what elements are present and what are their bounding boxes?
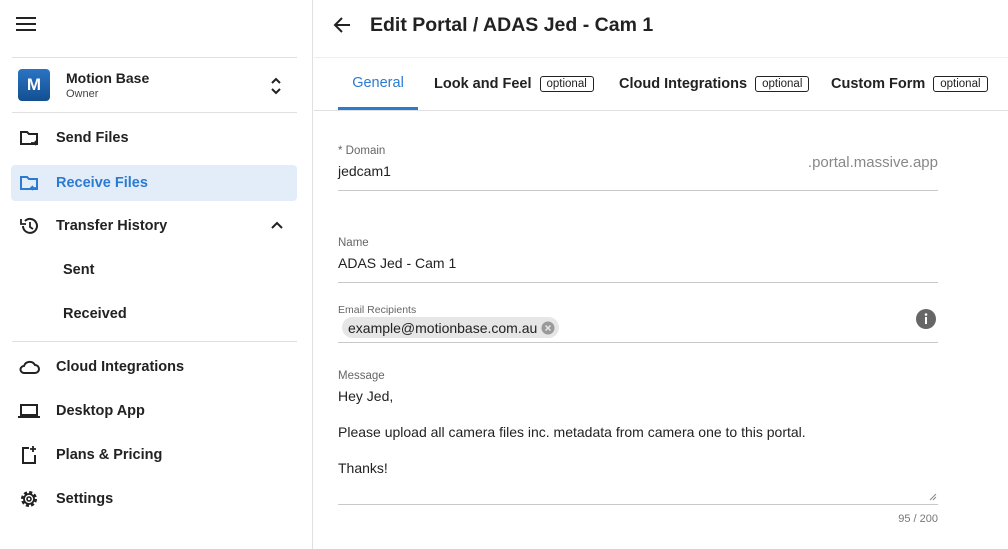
laptop-icon <box>18 400 40 422</box>
tab-look-and-feel[interactable]: Look and Feel optional <box>434 58 594 110</box>
tab-label: Look and Feel <box>434 76 532 92</box>
character-counter: 95 / 200 <box>898 513 938 525</box>
email-chip-text: example@motionbase.com.au <box>348 319 538 336</box>
sidebar-item-label: Settings <box>56 491 114 507</box>
menu-icon[interactable] <box>16 16 36 32</box>
sidebar-item-label: Desktop App <box>56 403 145 419</box>
sidebar-item-label: Receive Files <box>56 175 148 191</box>
remove-chip-icon[interactable] <box>541 321 555 335</box>
tab-label: Cloud Integrations <box>619 76 748 92</box>
tab-general[interactable]: General <box>338 58 418 110</box>
optional-badge: optional <box>755 76 810 92</box>
sidebar-item-settings[interactable]: Settings <box>11 481 297 517</box>
tab-label: Custom Form <box>831 76 926 92</box>
name-label: Name <box>338 237 369 249</box>
message-line: Hey Jed, <box>338 388 394 404</box>
history-icon <box>18 215 40 237</box>
sidebar-item-label: Transfer History <box>56 218 168 234</box>
sidebar-item-label: Plans & Pricing <box>56 447 163 463</box>
message-label: Message <box>338 370 385 382</box>
domain-label: * Domain <box>338 145 386 157</box>
optional-badge: optional <box>933 76 988 92</box>
message-line: Please upload all camera files inc. meta… <box>338 424 806 440</box>
chevron-up-icon[interactable] <box>270 220 284 230</box>
folder-receive-icon <box>18 172 40 194</box>
sidebar-item-label: Cloud Integrations <box>56 359 185 375</box>
avatar: M <box>18 69 50 101</box>
name-input[interactable]: ADAS Jed - Cam 1 <box>338 255 456 271</box>
sidebar-item-receive-files[interactable]: Receive Files <box>11 165 297 201</box>
domain-input[interactable]: jedcam1 <box>338 163 391 179</box>
sidebar-item-transfer-history[interactable]: Transfer History <box>11 208 297 244</box>
message-textarea[interactable]: Hey Jed, Please upload all camera files … <box>338 388 938 504</box>
email-recipients-label: Email Recipients <box>338 304 417 316</box>
sidebar-item-label: Send Files <box>56 130 129 146</box>
page-title: Edit Portal / ADAS Jed - Cam 1 <box>370 14 654 36</box>
cloud-icon <box>18 356 40 378</box>
message-line: Thanks! <box>338 460 388 476</box>
plans-icon <box>18 444 40 466</box>
resize-handle-icon[interactable] <box>929 493 937 501</box>
optional-badge: optional <box>539 76 594 92</box>
sidebar-subitem-received[interactable]: Received <box>63 306 127 322</box>
sidebar-item-plans-pricing[interactable]: Plans & Pricing <box>11 437 297 473</box>
tab-label: General <box>352 74 404 91</box>
sidebar-item-desktop-app[interactable]: Desktop App <box>11 393 297 429</box>
sidebar-item-cloud-integrations[interactable]: Cloud Integrations <box>11 349 297 385</box>
account-switcher[interactable]: M Motion Base Owner <box>18 69 298 103</box>
account-name: Motion Base <box>66 70 150 86</box>
account-role: Owner <box>66 88 99 100</box>
sidebar-subitem-sent[interactable]: Sent <box>63 262 94 278</box>
info-icon[interactable] <box>916 309 936 329</box>
chevron-updown-icon <box>270 76 282 96</box>
folder-send-icon <box>18 127 40 149</box>
back-arrow-icon[interactable] <box>333 16 351 34</box>
sidebar: M Motion Base Owner Send Files Receive F… <box>0 0 313 549</box>
domain-suffix: .portal.massive.app <box>807 154 938 171</box>
gear-icon <box>18 488 40 510</box>
email-chip: example@motionbase.com.au <box>342 317 560 338</box>
tab-cloud-integrations[interactable]: Cloud Integrations optional <box>619 58 810 110</box>
tab-custom-form[interactable]: Custom Form optional <box>831 58 988 110</box>
sidebar-item-send-files[interactable]: Send Files <box>11 120 297 156</box>
